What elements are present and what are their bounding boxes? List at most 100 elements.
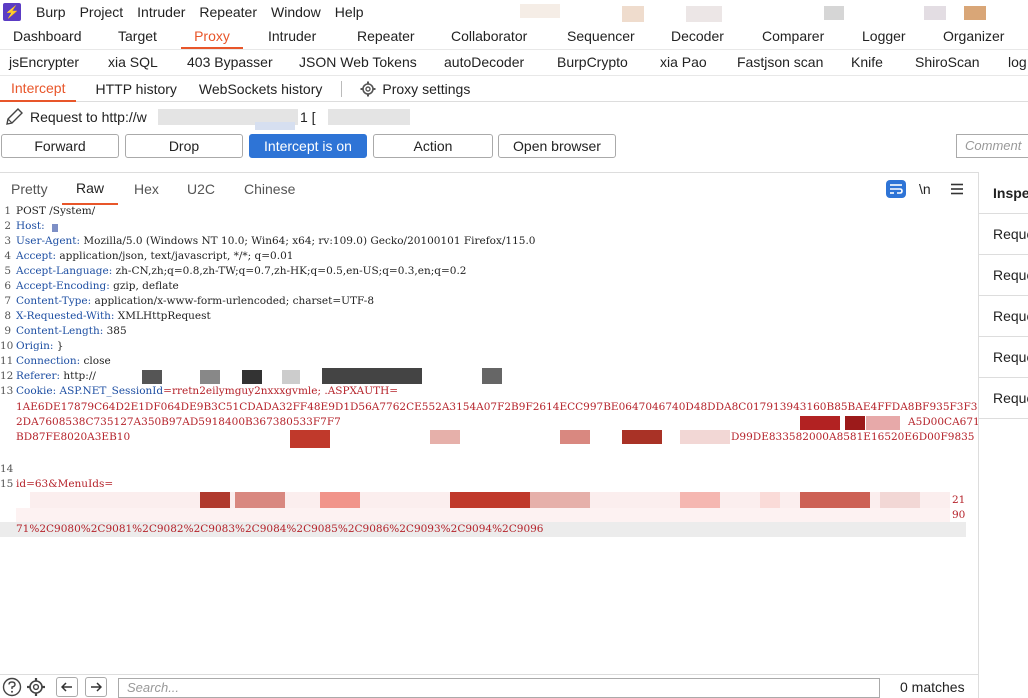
hamburger-menu-icon[interactable] <box>950 183 964 195</box>
wrap-text-icon[interactable] <box>886 180 906 198</box>
body-line-continuation: 71%2C9080%2C9081%2C9082%2C9083%2C9084%2C… <box>16 523 544 535</box>
tab-comparer[interactable]: Comparer <box>762 28 824 49</box>
tab-http-history[interactable]: HTTP history <box>84 76 187 102</box>
tab-sequencer[interactable]: Sequencer <box>567 28 635 49</box>
tab-fastjson-scan[interactable]: Fastjson scan <box>737 54 823 75</box>
menu-help[interactable]: Help <box>328 4 371 20</box>
proxy-subtabs: Intercept HTTP history WebSockets histor… <box>0 76 1028 102</box>
cookie-line-continuation: BD87FE8020A3EB10B <box>16 431 138 443</box>
redaction-block <box>340 415 870 429</box>
tab-autodecoder[interactable]: autoDecoder <box>444 54 524 75</box>
help-icon[interactable] <box>2 677 22 697</box>
redaction-block <box>282 370 300 384</box>
intercept-toggle-button[interactable]: Intercept is on <box>249 134 367 158</box>
divider <box>341 80 343 97</box>
tab-xia-pao[interactable]: xia Pao <box>660 54 707 75</box>
redaction-block <box>622 430 662 444</box>
gear-icon <box>360 81 376 96</box>
redaction-block <box>760 492 780 508</box>
tab-jsencrypter[interactable]: jsEncrypter <box>9 54 79 75</box>
gear-icon[interactable] <box>26 677 46 697</box>
inspector-section[interactable]: Reque <box>979 214 1028 255</box>
tab-intruder[interactable]: Intruder <box>268 28 316 49</box>
message-editor-tabs: Pretty Raw Hex U2C Chinese \n <box>0 172 978 205</box>
redaction-block <box>430 430 460 444</box>
tab-knife[interactable]: Knife <box>851 54 883 75</box>
redaction-block <box>845 416 865 430</box>
tab-json-web-tokens[interactable]: JSON Web Tokens <box>299 54 417 75</box>
tab-proxy[interactable]: Proxy <box>181 28 243 49</box>
redaction-block <box>520 4 560 18</box>
redaction-block <box>560 430 590 444</box>
tab-decoder[interactable]: Decoder <box>671 28 724 49</box>
tab-raw[interactable]: Raw <box>62 173 118 205</box>
redaction-block <box>52 224 58 232</box>
menu-burp[interactable]: Burp <box>29 4 73 20</box>
tab-intercept[interactable]: Intercept <box>0 76 77 102</box>
comment-input[interactable]: Comment <box>956 134 1028 158</box>
redaction-block <box>322 368 422 384</box>
inspector-section[interactable]: Reque <box>979 378 1028 419</box>
tab-pretty[interactable]: Pretty <box>11 173 48 205</box>
inspector-panel: Inspe Reque Reque Reque Reque Reque <box>978 172 1028 698</box>
previous-match-button[interactable] <box>56 677 78 697</box>
tab-target[interactable]: Target <box>118 28 157 49</box>
code-line: 10 Origin: } <box>0 340 64 352</box>
inspector-title: Inspe <box>979 172 1028 214</box>
redaction-block <box>482 368 502 384</box>
tab-hex[interactable]: Hex <box>134 173 159 205</box>
inspector-section[interactable]: Reque <box>979 296 1028 337</box>
tab-websockets-history[interactable]: WebSockets history <box>188 76 333 102</box>
newline-toggle[interactable]: \n <box>919 181 931 197</box>
tab-dashboard[interactable]: Dashboard <box>13 28 82 49</box>
search-input[interactable]: Search... <box>118 678 880 698</box>
inspector-section[interactable]: Reque <box>979 255 1028 296</box>
tab-collaborator[interactable]: Collaborator <box>451 28 527 49</box>
menu-project[interactable]: Project <box>73 4 131 20</box>
redaction-block <box>680 492 720 508</box>
raw-request-editor[interactable]: 1 POST /System/ TTP/1.1 2 Host: 3 User-Agen… <box>0 204 1028 670</box>
code-line: 9 Content-Length: 385 <box>4 325 127 337</box>
tab-organizer[interactable]: Organizer <box>943 28 1004 49</box>
tab-logger[interactable]: Logger <box>862 28 906 49</box>
tab-u2c[interactable]: U2C <box>187 173 215 205</box>
proxy-settings-button[interactable]: Proxy settings <box>350 76 481 102</box>
pencil-icon[interactable] <box>4 107 24 127</box>
search-bar: Search... 0 matches <box>0 674 978 698</box>
menu-window[interactable]: Window <box>264 4 328 20</box>
tab-shiroscan[interactable]: ShiroScan <box>915 54 980 75</box>
inspector-section[interactable]: Reque <box>979 337 1028 378</box>
tab-log[interactable]: log <box>1008 54 1027 75</box>
redaction-block <box>964 6 986 20</box>
menu-intruder[interactable]: Intruder <box>130 4 192 20</box>
cookie-line: 13 Cookie: ASP.NET_SessionId=rretn2eilymg… <box>0 385 399 397</box>
forward-button[interactable]: Forward <box>1 134 119 158</box>
redaction-block <box>686 6 722 22</box>
request-target-prefix: Request to http://w <box>30 109 147 125</box>
burp-logo-icon: ⚡ <box>3 3 21 21</box>
match-count: 0 matches <box>900 679 965 695</box>
open-browser-button[interactable]: Open browser <box>498 134 616 158</box>
redaction-block <box>866 416 900 430</box>
tab-burpcrypto[interactable]: BurpCrypto <box>557 54 628 75</box>
tab-xia-sql[interactable]: xia SQL <box>108 54 158 75</box>
tab-chinese[interactable]: Chinese <box>244 173 295 205</box>
tab-repeater[interactable]: Repeater <box>357 28 415 49</box>
request-target-suffix: 1 [ <box>300 109 316 125</box>
cookie-line-continuation: A5D00CA671 <box>908 416 980 428</box>
code-line: 7 Content-Type: application/x-www-form-ur… <box>4 295 375 307</box>
proxy-settings-label: Proxy settings <box>382 80 471 97</box>
menu-repeater[interactable]: Repeater <box>192 4 264 20</box>
action-button[interactable]: Action <box>373 134 493 158</box>
redaction-block <box>924 6 946 20</box>
next-match-button[interactable] <box>85 677 107 697</box>
drop-button[interactable]: Drop <box>125 134 243 158</box>
redaction-block <box>824 6 844 20</box>
redaction-block <box>450 492 530 508</box>
arrow-right-icon <box>91 682 102 692</box>
main-tabs: Dashboard Target Proxy Intruder Repeater… <box>0 24 1028 50</box>
redaction-block <box>242 370 262 384</box>
redaction-block <box>880 492 920 508</box>
tab-403-bypasser[interactable]: 403 Bypasser <box>187 54 273 75</box>
menu-bar: ⚡ Burp Project Intruder Repeater Window … <box>0 0 1028 24</box>
